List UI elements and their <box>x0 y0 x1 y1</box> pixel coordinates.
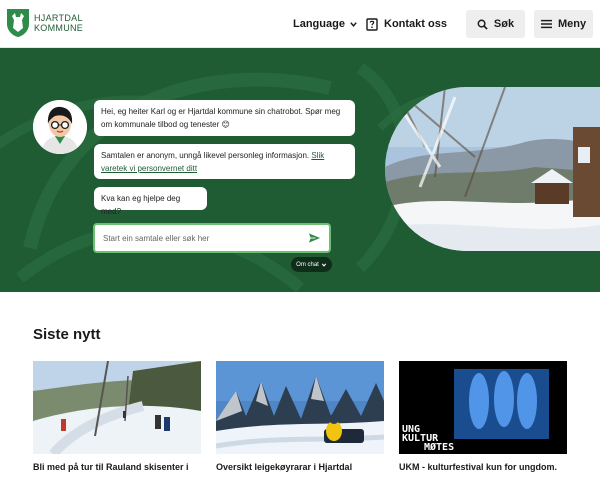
chat-message-question: Kva kan eg hjelpe deg med? <box>94 187 207 216</box>
chat-message-privacy: Samtalen er anonym, unngå likevel person… <box>94 144 355 179</box>
news-title-3[interactable]: UKM - kulturfestival kun for ungdom. <box>399 462 567 472</box>
search-label: Søk <box>493 18 515 30</box>
coat-of-arms-icon <box>7 9 29 37</box>
news-card[interactable]: UNG KULTUR MØTES UKM - kulturfestival ku… <box>399 361 567 472</box>
chat-input[interactable]: Start ein samtale eller søk her <box>93 223 331 253</box>
news-title-2[interactable]: Oversikt leigekøyrarar i Hjartdal <box>216 462 384 472</box>
language-label: Language <box>293 18 345 30</box>
contact-link[interactable]: Kontakt oss <box>366 10 447 38</box>
news-title-1[interactable]: Bli med på tur til Rauland skisenter i <box>33 462 201 472</box>
ukm-line-3: MØTES <box>424 442 455 453</box>
site-logo[interactable]: HJARTDAL KOMMUNE <box>6 8 83 38</box>
news-card[interactable]: Bli med på tur til Rauland skisenter i <box>33 361 201 472</box>
chatbot-avatar <box>33 100 87 154</box>
news-image-ukm: UNG KULTUR MØTES <box>399 361 567 454</box>
about-chat-button[interactable]: Om chat <box>291 257 332 272</box>
hero-winter-photo <box>385 87 600 251</box>
chat-message-greeting: Hei, eg heiter Karl og er Hjartdal kommu… <box>94 100 355 136</box>
contact-label: Kontakt oss <box>384 18 447 30</box>
logo-line-2: KOMMUNE <box>34 23 84 33</box>
chat-input-placeholder: Start ein samtale eller søk her <box>103 233 210 243</box>
about-chat-label: Om chat <box>296 261 319 268</box>
menu-button[interactable]: Meny <box>534 10 593 38</box>
language-selector[interactable]: Language <box>293 10 358 38</box>
hamburger-icon <box>540 19 552 29</box>
news-card[interactable]: Oversikt leigekøyrarar i Hjartdal <box>216 361 384 472</box>
contact-icon <box>366 17 378 31</box>
chatbot-face-icon <box>33 100 87 154</box>
chevron-down-icon <box>321 262 327 267</box>
logo-line-1: HJARTDAL <box>34 13 83 23</box>
news-image-ski <box>33 361 201 454</box>
news-image-snowmobile <box>216 361 384 454</box>
chevron-down-icon <box>350 21 357 27</box>
search-icon <box>477 19 488 30</box>
send-icon[interactable] <box>308 232 321 244</box>
privacy-text: Samtalen er anonym, unngå likevel person… <box>101 151 312 160</box>
site-header: HJARTDAL KOMMUNE Language Kontakt oss Sø… <box>0 0 600 48</box>
chat-hero: Hei, eg heiter Karl og er Hjartdal kommu… <box>0 48 600 292</box>
menu-label: Meny <box>557 18 587 30</box>
news-heading: Siste nytt <box>33 326 101 343</box>
search-button[interactable]: Søk <box>466 10 525 38</box>
